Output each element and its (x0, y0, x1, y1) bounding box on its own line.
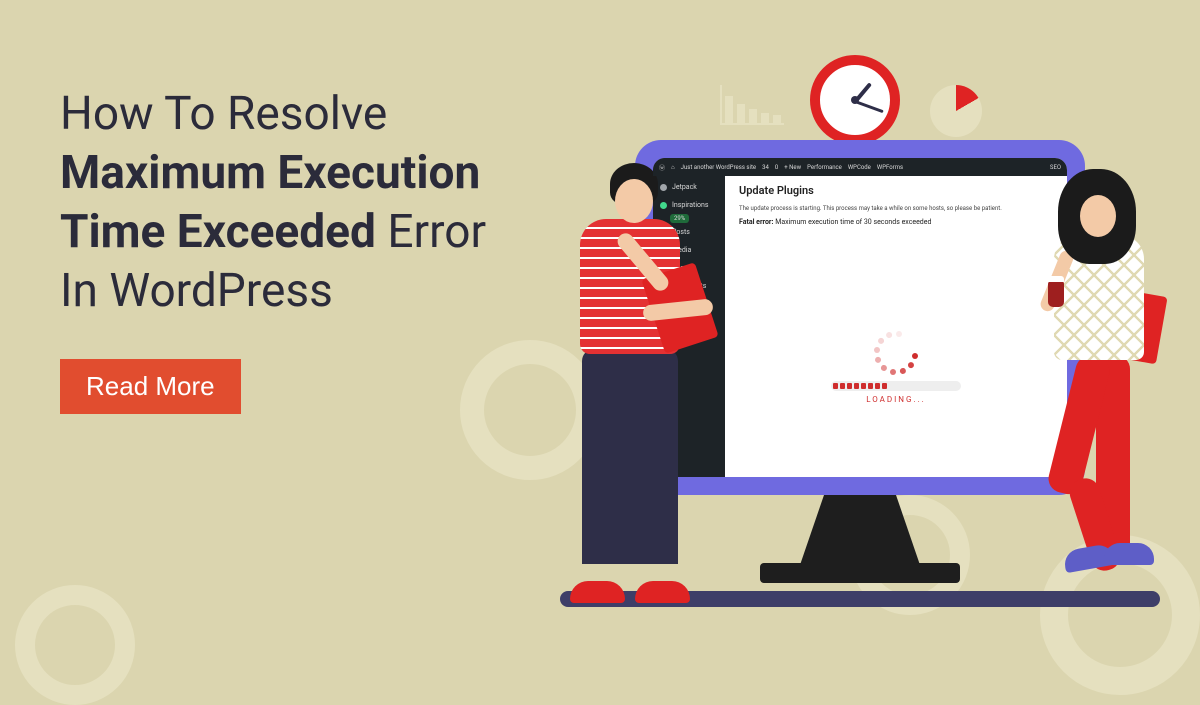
decorative-arc (15, 585, 135, 705)
progress-bar (831, 381, 961, 391)
adminbar-new: New (789, 164, 801, 171)
illustration-woman (1030, 173, 1180, 603)
monitor: ⓦ ⌂ Just another WordPress site 34 0 + N… (635, 140, 1085, 583)
mini-pie-chart (930, 85, 982, 137)
loading-label: LOADING... (831, 395, 961, 404)
update-message: The update process is starting. This pro… (739, 205, 1053, 212)
adminbar-wpforms: WPForms (877, 164, 903, 171)
adminbar-seo: SEO (1050, 164, 1061, 171)
mini-bar-chart (720, 85, 784, 125)
page-title: How To Resolve Maximum Execution Time Ex… (60, 85, 490, 321)
wp-adminbar: ⓦ ⌂ Just another WordPress site 34 0 + N… (653, 158, 1067, 176)
wp-logo-icon: ⓦ (659, 163, 665, 172)
comments-count: 0 (775, 164, 778, 171)
clock-icon (810, 55, 900, 145)
site-name: Just another WordPress site (681, 164, 756, 171)
fatal-error-line: Fatal error: Maximum execution time of 3… (739, 218, 1053, 226)
fatal-text: Maximum execution time of 30 seconds exc… (773, 218, 931, 226)
fatal-label: Fatal error: (739, 218, 773, 226)
monitor-stand (800, 495, 920, 565)
wp-page-heading: Update Plugins (739, 184, 1053, 197)
adminbar-wpcode: WPCode (848, 164, 871, 171)
headline-prefix: How To Resolve (60, 87, 387, 141)
coffee-cup-icon (1048, 281, 1064, 307)
monitor-base (760, 563, 960, 583)
wp-main-content: Update Plugins The update process is sta… (725, 158, 1067, 477)
adminbar-perf: Performance (807, 164, 842, 171)
updates-count: 34 (762, 164, 769, 171)
illustration-man (540, 163, 700, 603)
home-icon: ⌂ (671, 164, 675, 171)
spinner-icon (876, 333, 916, 373)
read-more-button[interactable]: Read More (60, 359, 241, 414)
wp-admin-screen: ⓦ ⌂ Just another WordPress site 34 0 + N… (653, 158, 1067, 477)
